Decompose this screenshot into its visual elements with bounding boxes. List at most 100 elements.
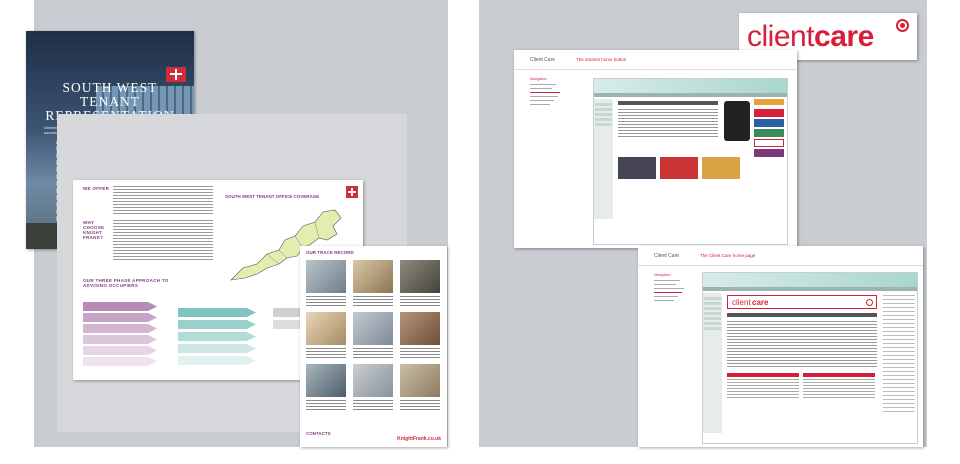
sidebar-button[interactable] — [595, 118, 612, 121]
nav-link[interactable] — [530, 88, 552, 89]
sidebar-button[interactable] — [704, 327, 721, 330]
client-care-page-frame: client care — [702, 272, 918, 444]
sidebar-button[interactable] — [704, 317, 721, 320]
phase-1-step-6 — [83, 357, 157, 366]
phase-1-step-1 — [83, 302, 157, 311]
track-caption-6 — [400, 348, 440, 360]
nav-link-active[interactable] — [654, 292, 682, 293]
nav-link[interactable] — [530, 100, 554, 101]
screenshot-header-caption: The intranet home button — [576, 57, 627, 62]
page-logo-bold: care — [752, 298, 769, 307]
track-photo-6 — [400, 312, 440, 345]
sidebar-button[interactable] — [704, 312, 721, 315]
nav-link[interactable] — [530, 84, 556, 85]
nav-link[interactable] — [530, 96, 558, 97]
red-box-header-2 — [803, 373, 875, 377]
client-care-logo-bold: care — [814, 19, 874, 53]
phase-2-step-4 — [178, 344, 256, 353]
sidebar-button[interactable] — [595, 113, 612, 116]
intranet-top-band — [703, 273, 917, 287]
client-care-home-screenshot: Client Care The Client Care home page Na… — [638, 246, 923, 447]
track-photo-2 — [353, 260, 393, 293]
knight-frank-site-label: KnightFrank.co.uk — [397, 436, 441, 442]
navigation-title: Navigation — [654, 273, 671, 277]
track-caption-9 — [400, 400, 440, 412]
track-caption-8 — [353, 400, 393, 412]
intranet-menu-bar[interactable] — [594, 93, 787, 97]
screenshot-header-caption: The Client Care home page — [700, 253, 756, 258]
we-offer-text — [113, 186, 213, 216]
red-box-header-1 — [727, 373, 799, 377]
intranet-sidebar — [703, 293, 722, 433]
navigation-title: Navigation — [530, 77, 547, 81]
track-photo-7 — [306, 364, 346, 397]
sidebar-button[interactable] — [704, 302, 721, 305]
screenshot-header-title: Client Care — [654, 253, 680, 259]
phase-1-step-3 — [83, 324, 157, 333]
sidebar-button[interactable] — [595, 103, 612, 106]
client-care-logo-light: client — [747, 19, 815, 53]
sidebar-button[interactable] — [595, 108, 612, 111]
intranet-menu-bar[interactable] — [703, 287, 917, 291]
track-caption-2 — [353, 296, 393, 308]
nav-link[interactable] — [654, 284, 676, 285]
sidebar-button[interactable] — [704, 322, 721, 325]
track-caption-1 — [306, 296, 346, 308]
track-photo-5 — [353, 312, 393, 345]
nav-link[interactable] — [654, 296, 678, 297]
right-column-links[interactable] — [883, 295, 915, 415]
track-caption-4 — [306, 348, 346, 360]
client-care-tile[interactable] — [754, 139, 784, 147]
events-tile[interactable] — [702, 157, 740, 179]
track-caption-7 — [306, 400, 346, 412]
intranet-top-band — [594, 79, 787, 93]
nav-link[interactable] — [654, 300, 674, 301]
news-tile[interactable] — [660, 157, 698, 179]
knight-frank-logo-icon-small — [346, 186, 358, 198]
cover-title-line-2: TENANT — [80, 94, 140, 109]
client-care-mark-icon — [896, 19, 909, 32]
page-headline — [727, 313, 877, 317]
nav-link[interactable] — [654, 280, 680, 281]
track-photo-8 — [353, 364, 393, 397]
phase-1-step-2 — [83, 313, 157, 322]
intranet-page-frame — [593, 78, 788, 245]
why-choose-heading: WHY CHOOSE KNIGHT FRANK? — [83, 220, 105, 240]
nav-link[interactable] — [530, 104, 550, 105]
phase-2-step-2 — [178, 320, 256, 329]
phase-1-step-5 — [83, 346, 157, 355]
promo-tile-2[interactable] — [754, 119, 784, 127]
nav-link-active[interactable] — [530, 92, 560, 93]
red-box-body-2 — [803, 379, 875, 399]
sidebar-button[interactable] — [704, 307, 721, 310]
rics-tile[interactable] — [618, 157, 656, 179]
client-care-page-banner: client care — [727, 295, 877, 309]
sidebar-button[interactable] — [704, 297, 721, 300]
promo-tile-3[interactable] — [754, 129, 784, 137]
contacts-heading: CONTACTS — [306, 431, 331, 436]
promo-tile-1[interactable] — [754, 109, 784, 117]
phase-2-step-5 — [178, 356, 256, 365]
track-photo-1 — [306, 260, 346, 293]
iphone-image — [724, 101, 750, 141]
track-caption-3 — [400, 296, 440, 308]
track-photo-4 — [306, 312, 346, 345]
red-box-body-1 — [727, 379, 799, 399]
screenshot-header: Client Care The Client Care home page — [638, 246, 923, 266]
quick-links-label[interactable] — [754, 99, 784, 105]
promo-tile-4[interactable] — [754, 149, 784, 157]
approach-heading: OUR THREE PHASE APPROACH TO ADVISING OCC… — [83, 278, 169, 288]
track-photo-9 — [400, 364, 440, 397]
screenshot-header-title: Client Care — [530, 57, 556, 63]
we-offer-heading: WE OFFER — [83, 186, 110, 191]
article-headline — [618, 101, 718, 105]
phase-2-step-1 — [178, 308, 256, 317]
track-record-sheet: OUR TRACK RECORD CONTACTS KnightFrank.co… — [300, 246, 447, 447]
screenshot-header: Client Care The intranet home button — [514, 50, 797, 70]
sidebar-button[interactable] — [595, 123, 612, 126]
track-caption-5 — [353, 348, 393, 360]
intranet-sidebar — [594, 99, 613, 219]
page-body-text — [727, 321, 877, 367]
nav-link[interactable] — [654, 288, 684, 289]
why-choose-text — [113, 220, 213, 260]
